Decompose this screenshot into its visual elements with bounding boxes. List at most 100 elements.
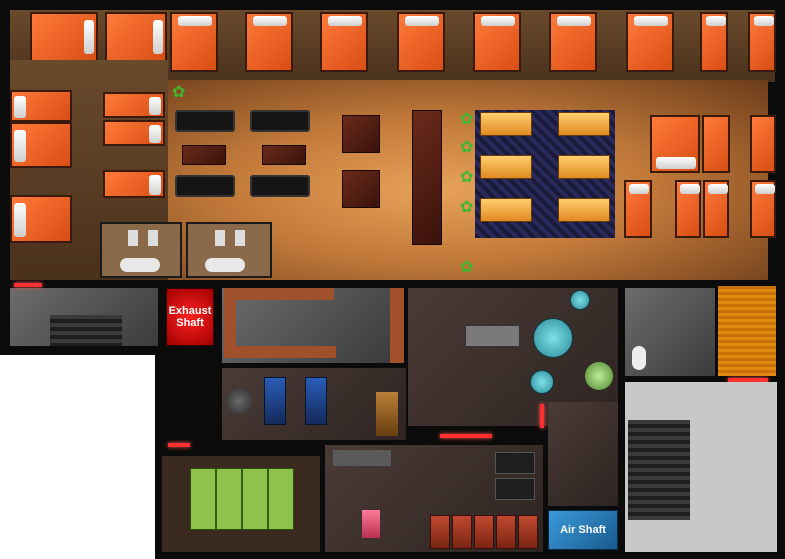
crate [190,468,294,530]
sofa [175,175,235,197]
pillow [149,175,161,195]
desk [558,198,610,222]
bed [700,12,728,72]
medical-pod [533,318,573,358]
locker [452,515,472,549]
sofa [250,110,310,132]
bed [320,12,368,72]
coffee-table [182,145,226,165]
pillow [14,96,26,118]
pillow [481,16,515,26]
locker [518,515,538,549]
sink-icon [128,230,138,246]
bed [10,90,72,122]
potted-plant-icon: ✿ [460,199,474,216]
potted-plant-icon: ✿ [460,169,474,186]
lab-table [465,325,520,347]
bed [624,180,652,238]
potted-plant-icon: ✿ [460,259,474,276]
pillow [755,184,775,194]
potted-plant-icon: ✿ [460,139,474,156]
workbench [495,478,535,500]
bed [626,12,674,72]
toilet-icon [632,346,646,370]
pillow [706,16,726,26]
bed [549,12,597,72]
bed [105,12,167,62]
bed [750,180,776,238]
sink-icon [215,230,225,246]
desk [480,198,532,222]
door-marker [168,443,190,447]
bed [750,115,776,173]
bed [473,12,521,72]
pink-terminal [362,510,380,538]
server-room [548,402,618,506]
potted-plant-icon: ✿ [460,111,474,128]
dining-table [342,115,380,153]
floor-plan: ✿ ✿ ✿ ✿ ✿ ✿ Exhaust Shaft Air Shaft [0,0,785,559]
locker [430,515,450,549]
pillow [253,16,287,26]
bed [748,12,776,72]
kitchen-counter [224,300,236,358]
kitchen-counter [390,288,404,363]
boiler [376,392,398,436]
bed [650,115,700,173]
desk [558,155,610,179]
pillow [708,184,728,194]
stairs-icon [50,315,122,346]
workbench [495,452,535,474]
stairs-icon [628,420,690,520]
pillow [634,16,668,26]
bed [103,120,165,146]
sink-icon [148,230,158,246]
bed [702,115,730,173]
bed [30,12,98,62]
pillow [680,184,700,194]
bed [103,92,165,118]
pillow [84,20,94,54]
security-office [718,286,776,376]
sofa [175,110,235,132]
door-marker [540,404,544,428]
water-tank [226,388,252,414]
sink-icon [235,230,245,246]
dining-table [342,170,380,208]
pillow [557,16,591,26]
toilet-icon [120,258,160,272]
pillow [754,16,774,26]
air-shaft-label: Air Shaft [560,524,606,536]
bed [675,180,701,238]
pillow [629,184,649,194]
door-marker [440,434,492,438]
bed [10,195,72,243]
pillow [405,16,439,26]
kitchen-counter [236,346,336,358]
workbench [333,450,391,466]
locker [474,515,494,549]
pillow [178,16,212,26]
pillow [328,16,362,26]
washing-machine [264,377,286,425]
desk [480,155,532,179]
bed [103,170,165,198]
pillow [149,97,161,115]
bed [245,12,293,72]
washing-machine [305,377,327,425]
pillow [149,125,161,143]
biohazard-icon [585,362,613,390]
long-dining-table [412,110,442,245]
sofa [250,175,310,197]
exhaust-shaft: Exhaust Shaft [166,288,214,346]
bed [703,180,729,238]
kitchen-counter [224,288,334,300]
medical-pod [530,370,554,394]
bed [10,122,72,168]
door-marker [14,283,42,287]
desk [558,112,610,136]
potted-plant-icon: ✿ [172,84,186,101]
pillow [14,130,26,162]
bed [170,12,218,72]
coffee-table [262,145,306,165]
